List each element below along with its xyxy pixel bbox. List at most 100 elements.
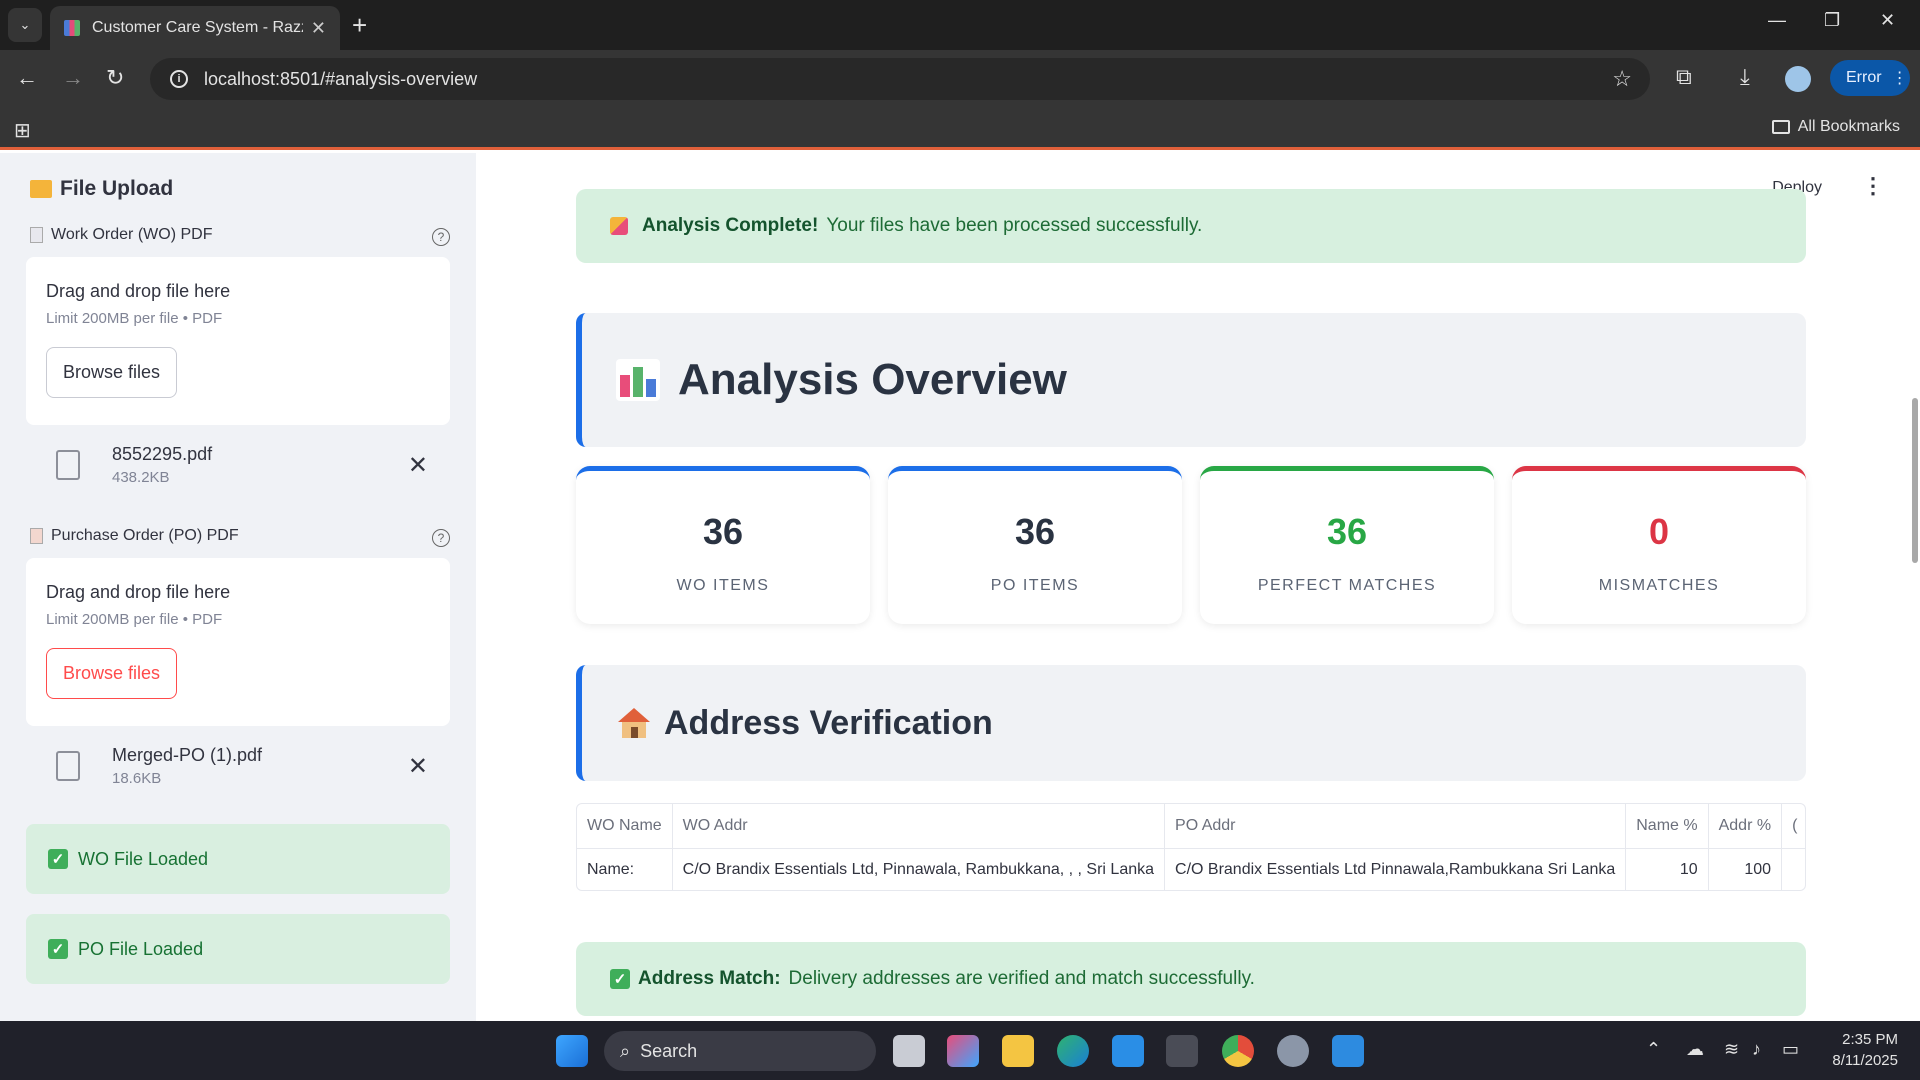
search-icon: ⌕	[620, 1040, 631, 1061]
restore-icon[interactable]: ❐	[1824, 10, 1840, 31]
cell-addr-pct[interactable]: 100	[1708, 848, 1783, 890]
po-label-text: Purchase Order (PO) PDF	[51, 527, 239, 544]
apps-grid-icon[interactable]: ⊞	[14, 118, 31, 143]
page-scrollbar[interactable]	[1912, 398, 1918, 563]
cell-po-addr[interactable]: C/O Brandix Essentials Ltd Pinnawala,Ram…	[1164, 848, 1627, 890]
metric-value: 36	[1326, 511, 1368, 552]
copilot-icon[interactable]	[947, 1035, 979, 1067]
wo-label-text: Work Order (WO) PDF	[51, 226, 213, 243]
file-explorer-icon[interactable]	[1002, 1035, 1034, 1067]
sidebar-title-text: File Upload	[60, 177, 174, 200]
main-content: Deploy ⋮ Analysis Complete! Your files h…	[476, 153, 1920, 1021]
battery-icon[interactable]: ▭	[1782, 1039, 1799, 1060]
address-title: Address Verification	[664, 703, 993, 742]
browser-tab[interactable]: Customer Care System - Razz S ✕	[50, 6, 340, 50]
windows-start-icon[interactable]	[556, 1035, 588, 1067]
house-icon	[616, 706, 652, 740]
folder-icon	[1771, 120, 1790, 134]
chrome-icon[interactable]	[1222, 1035, 1254, 1067]
table-header-row: WO Name WO Addr PO Addr Name % Addr % (	[577, 804, 1805, 849]
po-file-name: Merged-PO (1).pdf	[112, 745, 263, 765]
onedrive-icon[interactable]: ☁	[1686, 1039, 1704, 1060]
bookmark-star-icon[interactable]: ☆	[1612, 66, 1632, 92]
wo-help-icon[interactable]: ?	[432, 228, 450, 246]
po-remove-file-icon[interactable]: ✕	[408, 752, 428, 781]
tray-chevron-icon[interactable]: ⌃	[1646, 1039, 1661, 1060]
wo-remove-file-icon[interactable]: ✕	[408, 451, 428, 480]
vscode-icon[interactable]	[1112, 1035, 1144, 1067]
address-match-bold: Address Match:	[638, 968, 781, 989]
col-wo-name[interactable]: WO Name	[577, 804, 673, 849]
metric-card-perfect-matches: 36 PERFECT MATCHES	[1200, 466, 1494, 624]
address-table[interactable]: WO Name WO Addr PO Addr Name % Addr % ( …	[576, 803, 1806, 891]
terminal-icon[interactable]	[1166, 1035, 1198, 1067]
profile-avatar[interactable]	[1785, 66, 1811, 92]
windows-taskbar: ⌕ Search ⌃ ☁ ≋ ♪ ▭ 2:35 PM 8/11/2025	[0, 1021, 1920, 1080]
banner-text: Your files have been processed successfu…	[826, 215, 1203, 236]
task-view-icon[interactable]	[893, 1035, 925, 1067]
tab-close-icon[interactable]: ✕	[311, 18, 326, 39]
url-text: localhost:8501/#analysis-overview	[204, 68, 478, 89]
bookmarks-bar: ⊞ All Bookmarks	[0, 108, 1920, 150]
party-popper-icon	[610, 217, 628, 235]
col-name-pct[interactable]: Name %	[1625, 804, 1709, 849]
wo-uploaded-file: 8552295.pdf 438.2KB ✕	[26, 435, 450, 495]
back-icon[interactable]: ←	[16, 64, 38, 92]
site-info-icon[interactable]: i	[170, 70, 188, 88]
po-uploaded-file: Merged-PO (1).pdf 18.6KB ✕	[26, 736, 450, 796]
wifi-icon[interactable]: ≋	[1724, 1039, 1739, 1060]
po-browse-button[interactable]: Browse files	[46, 648, 178, 699]
sidebar: File Upload Work Order (WO) PDF ? Drag a…	[0, 153, 476, 1021]
taskbar-search-label: Search	[640, 1040, 698, 1061]
metric-label: MISMATCHES	[1598, 577, 1720, 594]
all-bookmarks-label: All Bookmarks	[1797, 118, 1900, 135]
taskbar-clock[interactable]: 2:35 PM 8/11/2025	[1832, 1029, 1898, 1071]
po-dropzone[interactable]: Drag and drop file here Limit 200MB per …	[26, 558, 450, 726]
table-row: Name: C/O Brandix Essentials Ltd, Pinnaw…	[577, 848, 1805, 890]
col-addr-pct[interactable]: Addr %	[1708, 804, 1783, 849]
col-overflow[interactable]: (	[1781, 804, 1805, 849]
po-loaded-alert: ✓ PO File Loaded	[26, 914, 450, 984]
wo-dropzone[interactable]: Drag and drop file here Limit 200MB per …	[26, 257, 450, 425]
edge-icon[interactable]	[1057, 1035, 1089, 1067]
new-tab-icon[interactable]: +	[352, 10, 367, 40]
cell-wo-name[interactable]: Name:	[577, 848, 673, 890]
kebab-menu-icon[interactable]: ⋮	[1862, 173, 1884, 199]
metric-value: 36	[702, 511, 744, 552]
profile-error-button[interactable]: Error ⋮	[1830, 60, 1910, 96]
wo-loaded-alert: ✓ WO File Loaded	[26, 824, 450, 894]
wo-loaded-text: WO File Loaded	[78, 848, 209, 869]
metric-card-wo-items: 36 WO ITEMS	[576, 466, 870, 624]
forward-icon[interactable]: →	[62, 64, 84, 92]
col-wo-addr[interactable]: WO Addr	[672, 804, 1166, 849]
window-close-icon[interactable]: ✕	[1880, 10, 1895, 31]
wo-dropzone-limit: Limit 200MB per file • PDF	[46, 310, 223, 327]
cell-wo-addr[interactable]: C/O Brandix Essentials Ltd, Pinnawala, R…	[672, 848, 1166, 890]
address-match-text: Delivery addresses are verified and matc…	[788, 968, 1255, 989]
all-bookmarks[interactable]: All Bookmarks	[1771, 118, 1900, 136]
po-help-icon[interactable]: ?	[432, 529, 450, 547]
download-icon[interactable]: ⤓	[1740, 64, 1750, 90]
tab-search-icon[interactable]: ⌄	[8, 8, 42, 42]
browser-tab-bar: ⌄ Customer Care System - Razz S ✕ + — ❐ …	[0, 0, 1920, 50]
wo-file-size: 438.2KB	[112, 469, 170, 486]
clipboard-icon	[30, 528, 43, 544]
settings-icon[interactable]	[1277, 1035, 1309, 1067]
po-loaded-text: PO File Loaded	[78, 938, 204, 959]
taskbar-search[interactable]: ⌕ Search	[604, 1031, 876, 1071]
reload-icon[interactable]: ↻	[106, 64, 124, 92]
browser-toolbar: ← → ↻ i localhost:8501/#analysis-overvie…	[0, 50, 1920, 108]
address-bar[interactable]: i localhost:8501/#analysis-overview ☆	[150, 58, 1650, 100]
check-icon: ✓	[48, 939, 68, 959]
check-icon: ✓	[610, 969, 630, 989]
wo-browse-button[interactable]: Browse files	[46, 347, 178, 398]
po-upload-label: Purchase Order (PO) PDF	[30, 527, 239, 545]
col-po-addr[interactable]: PO Addr	[1164, 804, 1627, 849]
minimize-icon[interactable]: —	[1768, 10, 1786, 31]
file-icon	[56, 751, 80, 781]
cell-name-pct[interactable]: 10	[1625, 848, 1709, 890]
extensions-icon[interactable]: ⧉	[1676, 64, 1692, 90]
volume-icon[interactable]: ♪	[1752, 1039, 1761, 1060]
app-icon[interactable]	[1332, 1035, 1364, 1067]
cell-overflow[interactable]	[1781, 848, 1805, 890]
